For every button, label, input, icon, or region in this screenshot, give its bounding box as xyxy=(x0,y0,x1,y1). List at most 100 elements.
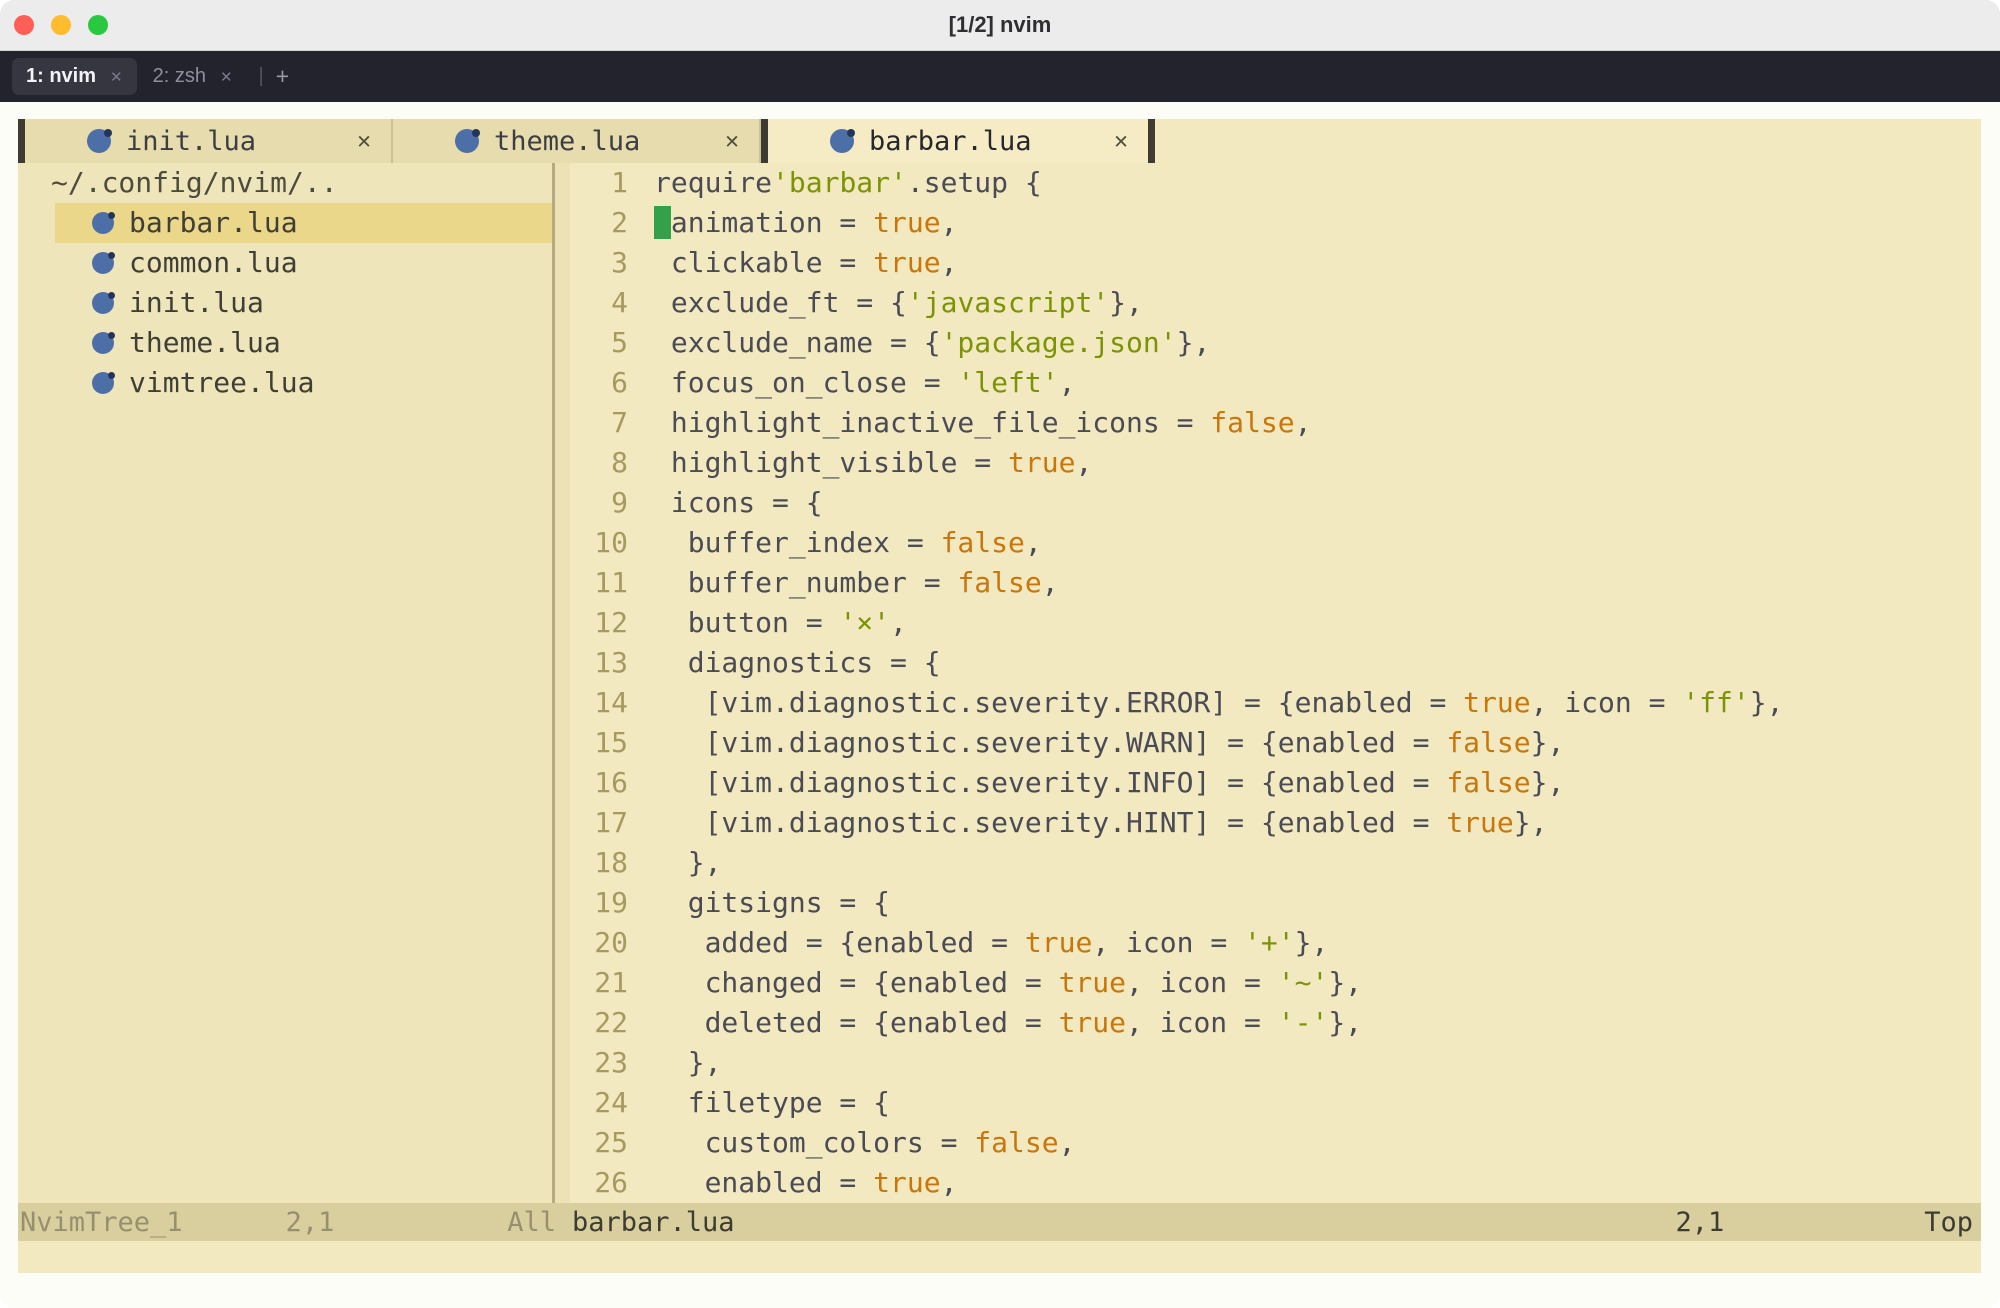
code-token: false xyxy=(1446,726,1530,759)
minimize-window-button[interactable] xyxy=(51,15,71,35)
statusline-tree-scroll: All xyxy=(507,1207,556,1238)
zoom-window-button[interactable] xyxy=(88,15,108,35)
line-number: 2 xyxy=(570,203,628,243)
code-token: 'package.json' xyxy=(941,326,1177,359)
tree-item-init-lua[interactable]: init.lua xyxy=(55,283,552,323)
code-line[interactable]: 14 [vim.diagnostic.severity.ERROR] = {en… xyxy=(570,683,1981,723)
code-text: [vim.diagnostic.severity.WARN] = {enable… xyxy=(654,723,1564,763)
code-token: '×' xyxy=(839,606,890,639)
tree-item-name: common.lua xyxy=(129,243,298,283)
close-icon[interactable]: ✕ xyxy=(357,128,371,154)
code-line[interactable]: 20 added = {enabled = true, icon = '+'}, xyxy=(570,923,1981,963)
statusline-scroll-indicator: Top xyxy=(1924,1207,1973,1238)
line-number: 6 xyxy=(570,363,628,403)
code-line[interactable]: 16 [vim.diagnostic.severity.INFO] = {ena… xyxy=(570,763,1981,803)
line-number: 11 xyxy=(570,563,628,603)
code-token: [vim.diagnostic.severity.HINT] = {enable… xyxy=(654,806,1446,839)
window-separator[interactable] xyxy=(552,163,570,1203)
code-line[interactable]: 8 highlight_visible = true, xyxy=(570,443,1981,483)
code-line[interactable]: 11 buffer_number = false, xyxy=(570,563,1981,603)
code-text: focus_on_close = 'left', xyxy=(654,363,1075,403)
terminal-tab-1-nvim[interactable]: 1: nvim✕ xyxy=(12,58,137,95)
code-token: }, xyxy=(1750,686,1784,719)
close-icon[interactable]: ✕ xyxy=(110,68,123,86)
code-line[interactable]: 2 animation = true, xyxy=(570,203,1981,243)
code-line[interactable]: 22 deleted = {enabled = true, icon = '-'… xyxy=(570,1003,1981,1043)
code-text: exclude_name = {'package.json'}, xyxy=(654,323,1210,363)
code-line[interactable]: 15 [vim.diagnostic.severity.WARN] = {ena… xyxy=(570,723,1981,763)
code-token: , xyxy=(890,606,907,639)
code-token: }, xyxy=(1514,806,1548,839)
tree-item-barbar-lua[interactable]: barbar.lua xyxy=(55,203,552,243)
code-line[interactable]: 21 changed = {enabled = true, icon = '~'… xyxy=(570,963,1981,1003)
code-token: , icon = xyxy=(1126,1006,1278,1039)
line-number: 23 xyxy=(570,1043,628,1083)
close-icon[interactable]: ✕ xyxy=(725,128,739,154)
code-token: }, xyxy=(1295,926,1329,959)
code-line[interactable]: 17 [vim.diagnostic.severity.HINT] = {ena… xyxy=(570,803,1981,843)
code-line[interactable]: 25 custom_colors = false, xyxy=(570,1123,1981,1163)
code-line[interactable]: 23 }, xyxy=(570,1043,1981,1083)
tree-item-common-lua[interactable]: common.lua xyxy=(55,243,552,283)
buffer-tab-barbar-lua[interactable]: barbar.lua ✕ xyxy=(768,119,1148,163)
code-text: enabled = true, xyxy=(654,1163,957,1203)
statusline-tree-segment: NvimTree_1 2,1 All xyxy=(18,1207,570,1238)
code-token: '-' xyxy=(1278,1006,1329,1039)
line-number: 7 xyxy=(570,403,628,443)
code-line[interactable]: 24 filetype = { xyxy=(570,1083,1981,1123)
code-token: changed = {enabled = xyxy=(654,966,1059,999)
code-line[interactable]: 26 enabled = true, xyxy=(570,1163,1981,1203)
buffer-tab-theme-lua[interactable]: theme.lua ✕ xyxy=(393,119,761,163)
line-number: 1 xyxy=(570,163,628,203)
close-icon[interactable]: ✕ xyxy=(1114,128,1128,154)
terminal-tab-2-zsh[interactable]: 2: zsh✕ xyxy=(139,58,247,95)
code-line[interactable]: 3 clickable = true, xyxy=(570,243,1981,283)
lua-file-icon xyxy=(830,129,854,153)
line-number: 14 xyxy=(570,683,628,723)
code-line[interactable]: 6 focus_on_close = 'left', xyxy=(570,363,1981,403)
code-text: diagnostics = { xyxy=(654,643,941,683)
file-tree-root-path[interactable]: ~/.config/nvim/.. xyxy=(18,163,552,203)
code-token: true xyxy=(873,206,940,239)
code-line[interactable]: 1require'barbar'.setup { xyxy=(570,163,1981,203)
code-line[interactable]: 7 highlight_inactive_file_icons = false, xyxy=(570,403,1981,443)
lua-file-icon xyxy=(87,129,111,153)
lua-file-icon xyxy=(92,372,114,394)
code-text: highlight_visible = true, xyxy=(654,443,1092,483)
code-line[interactable]: 5 exclude_name = {'package.json'}, xyxy=(570,323,1981,363)
code-line[interactable]: 18 }, xyxy=(570,843,1981,883)
code-token: }, xyxy=(1531,766,1565,799)
code-line[interactable]: 10 buffer_index = false, xyxy=(570,523,1981,563)
code-line[interactable]: 9 icons = { xyxy=(570,483,1981,523)
nvim-main-area: ~/.config/nvim/.. barbar.luacommon.luain… xyxy=(18,163,1981,1203)
tree-item-theme-lua[interactable]: theme.lua xyxy=(55,323,552,363)
code-token: , xyxy=(1059,1126,1076,1159)
code-token: false xyxy=(974,1126,1058,1159)
code-line[interactable]: 12 button = '×', xyxy=(570,603,1981,643)
code-text: clickable = true, xyxy=(654,243,957,283)
close-window-button[interactable] xyxy=(14,15,34,35)
code-token: gitsigns = { xyxy=(654,886,890,919)
tab-bar-divider: | xyxy=(259,65,264,88)
code-token: }, xyxy=(1328,966,1362,999)
nvim-app: init.lua✕theme.lua✕barbar.lua✕ ~/.config… xyxy=(18,119,1981,1273)
close-icon[interactable]: ✕ xyxy=(220,68,233,86)
new-tab-button[interactable]: + xyxy=(276,63,289,90)
line-number: 19 xyxy=(570,883,628,923)
buffer-tab-label: barbar.lua xyxy=(869,126,1032,157)
code-text: [vim.diagnostic.severity.ERROR] = {enabl… xyxy=(654,683,1783,723)
code-line[interactable]: 4 exclude_ft = {'javascript'}, xyxy=(570,283,1981,323)
lua-file-icon xyxy=(92,292,114,314)
code-line[interactable]: 13 diagnostics = { xyxy=(570,643,1981,683)
statusline: NvimTree_1 2,1 All barbar.lua 2,1 Top xyxy=(18,1203,1981,1241)
buffer-tab-init-lua[interactable]: init.lua✕ xyxy=(25,119,393,163)
code-line[interactable]: 19 gitsigns = { xyxy=(570,883,1981,923)
code-token: [vim.diagnostic.severity.INFO] = {enable… xyxy=(654,766,1446,799)
buffer-tab-label: theme.lua xyxy=(494,126,640,157)
code-text: filetype = { xyxy=(654,1083,890,1123)
code-token: highlight_visible = xyxy=(654,446,1008,479)
code-token: , xyxy=(1295,406,1312,439)
command-line[interactable] xyxy=(18,1241,1981,1273)
tree-item-vimtree-lua[interactable]: vimtree.lua xyxy=(55,363,552,403)
code-token: , xyxy=(941,206,958,239)
